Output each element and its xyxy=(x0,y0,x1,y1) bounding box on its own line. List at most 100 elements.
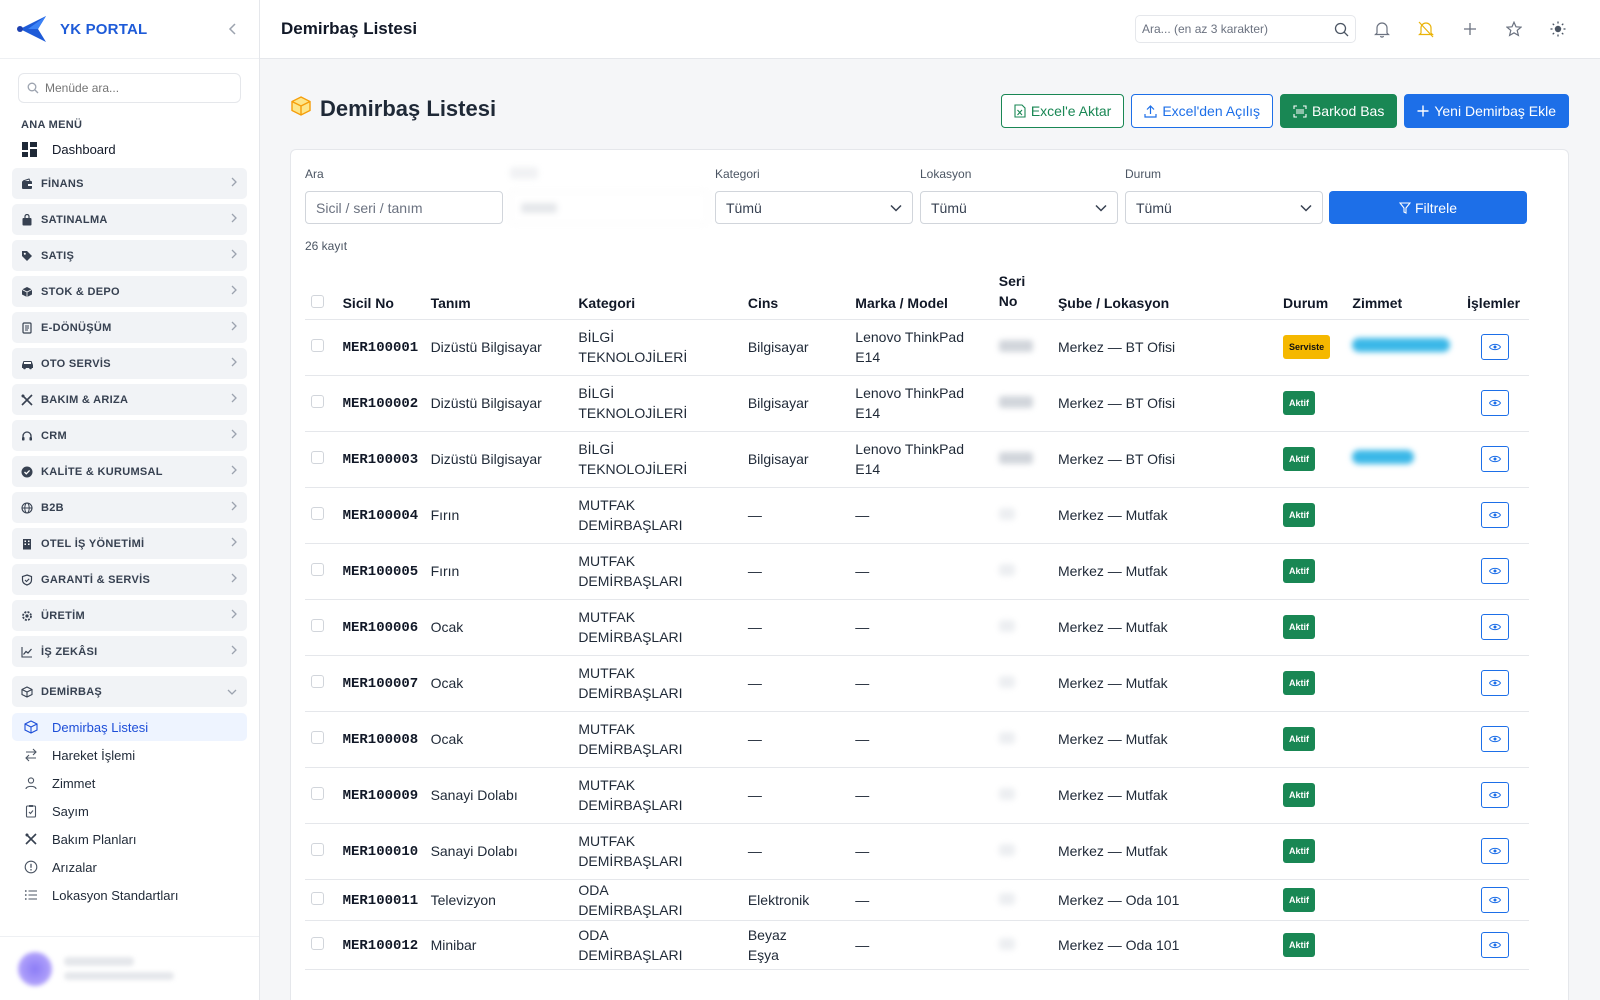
row-checkbox[interactable] xyxy=(311,619,324,632)
table-row[interactable]: MER100005 Fırın MUTFAK DEMİRBAŞLARI — — Merke… xyxy=(305,543,1529,600)
view-button[interactable] xyxy=(1481,931,1510,958)
view-button[interactable] xyxy=(1481,838,1510,864)
column-header[interactable]: Zimmet xyxy=(1346,265,1462,320)
sidebar-group[interactable]: SATINALMA xyxy=(12,204,247,235)
view-button[interactable] xyxy=(1481,558,1510,584)
sidebar-subitem[interactable]: Sayım xyxy=(12,797,247,825)
sun-icon[interactable] xyxy=(1546,17,1570,41)
view-button[interactable] xyxy=(1481,614,1510,640)
collapse-sidebar-button[interactable] xyxy=(223,19,243,39)
sidebar-group[interactable]: FİNANS xyxy=(12,168,247,199)
global-search-input[interactable] xyxy=(1142,22,1322,36)
sidebar-group[interactable]: ÜRETİM xyxy=(12,600,247,631)
table-row[interactable]: MER100007 Ocak MUTFAK DEMİRBAŞLARI — — Merkez… xyxy=(305,655,1529,712)
sidebar-group[interactable]: B2B xyxy=(12,492,247,523)
row-checkbox[interactable] xyxy=(311,787,324,800)
table-row[interactable]: MER100003 Dizüstü Bilgisayar BİLGİ TEKNOLO… xyxy=(305,431,1529,488)
cell-cins: — xyxy=(741,711,850,768)
menu-search-box[interactable] xyxy=(18,73,241,103)
cell-lokasyon: Merkez — Mutfak xyxy=(1051,823,1278,880)
excel-export-button[interactable]: Excel'e Aktar xyxy=(1000,94,1125,128)
row-checkbox[interactable] xyxy=(311,675,324,688)
status-filter-select[interactable]: Tümü xyxy=(1125,191,1323,224)
table-row[interactable]: MER100001 Dizüstü Bilgisayar BİLGİ TEKNOLO… xyxy=(305,319,1529,376)
view-button[interactable] xyxy=(1481,446,1510,472)
view-button[interactable] xyxy=(1481,886,1510,913)
search-icon[interactable] xyxy=(1334,22,1349,37)
sidebar-group[interactable]: BAKIM & ARIZA xyxy=(12,384,247,415)
view-button[interactable] xyxy=(1481,782,1510,808)
barcode-print-button[interactable]: Barkod Bas xyxy=(1279,94,1398,128)
sidebar-subitem[interactable]: Bakım Planları xyxy=(12,825,247,853)
excel-import-button[interactable]: Excel'den Açılış xyxy=(1131,94,1273,128)
sidebar-subitem[interactable]: Arızalar xyxy=(12,853,247,881)
add-asset-button[interactable]: Yeni Demirbaş Ekle xyxy=(1404,94,1569,128)
view-button[interactable] xyxy=(1481,390,1510,416)
column-header[interactable]: Durum xyxy=(1277,265,1347,320)
sidebar-group[interactable]: OTO SERVİS xyxy=(12,348,247,379)
row-checkbox[interactable] xyxy=(311,843,324,856)
column-header[interactable]: Tanım xyxy=(424,265,573,320)
sidebar-subitem[interactable]: Zimmet xyxy=(12,769,247,797)
row-checkbox[interactable] xyxy=(311,891,324,905)
table-row[interactable]: MER100012 Minibar ODA DEMİRBAŞLARI Beyaz Eş… xyxy=(305,920,1529,970)
sidebar-subitem[interactable]: Lokasyon Standartları xyxy=(12,881,247,909)
view-button[interactable] xyxy=(1481,502,1510,528)
column-header[interactable]: Seri No xyxy=(992,265,1052,320)
category-filter-select[interactable]: Tümü xyxy=(715,191,913,224)
sidebar-item-dashboard[interactable]: Dashboard xyxy=(12,135,249,163)
redacted-filter-select[interactable] xyxy=(510,191,708,224)
location-filter-select[interactable]: Tümü xyxy=(920,191,1118,224)
table-row[interactable]: MER100002 Dizüstü Bilgisayar BİLGİ TEKNOLO… xyxy=(305,375,1529,432)
sidebar-group[interactable]: GARANTİ & SERVİS xyxy=(12,564,247,595)
document-icon xyxy=(20,321,34,335)
add-asset-label: Yeni Demirbaş Ekle xyxy=(1434,103,1556,119)
column-header[interactable]: Marka / Model xyxy=(849,265,993,320)
row-checkbox[interactable] xyxy=(311,936,324,950)
global-search-box[interactable] xyxy=(1135,15,1356,43)
sidebar-group[interactable]: SATIŞ xyxy=(12,240,247,271)
star-icon[interactable] xyxy=(1502,17,1526,41)
column-header[interactable]: Cins xyxy=(741,265,850,320)
sidebar-group[interactable]: E-DÖNÜŞÜM xyxy=(12,312,247,343)
search-filter-input[interactable]: Sicil / seri / tanım xyxy=(305,191,503,224)
sidebar-group[interactable]: OTEL İŞ YÖNETİMİ xyxy=(12,528,247,559)
plus-icon[interactable] xyxy=(1458,17,1482,41)
column-header[interactable]: Kategori xyxy=(572,265,742,320)
view-button[interactable] xyxy=(1481,334,1510,360)
user-profile[interactable] xyxy=(0,936,259,1000)
column-header[interactable]: İşlemler xyxy=(1461,265,1529,320)
row-checkbox[interactable] xyxy=(311,731,324,744)
filter-button[interactable]: Filtrele xyxy=(1329,191,1527,224)
brand-name: YK PORTAL xyxy=(60,20,148,38)
sidebar-subitem[interactable]: Demirbaş Listesi xyxy=(12,713,247,741)
row-checkbox[interactable] xyxy=(311,395,324,408)
table-row[interactable]: MER100010 Sanayi Dolabı MUTFAK DEMİRBAŞLAR… xyxy=(305,823,1529,880)
sidebar-subitem[interactable]: Hareket İşlemi xyxy=(12,741,247,769)
table-row[interactable]: MER100004 Fırın MUTFAK DEMİRBAŞLARI — — Merke… xyxy=(305,487,1529,544)
sidebar-group[interactable]: KALİTE & KURUMSAL xyxy=(12,456,247,487)
cell-tanim: Dizüstü Bilgisayar xyxy=(424,319,573,376)
view-button[interactable] xyxy=(1481,670,1510,696)
bell-icon[interactable] xyxy=(1370,17,1394,41)
column-header[interactable]: Sicil No xyxy=(336,265,425,320)
table-row[interactable]: MER100009 Sanayi Dolabı MUTFAK DEMİRBAŞLAR… xyxy=(305,767,1529,824)
table-row[interactable]: MER100006 Ocak MUTFAK DEMİRBAŞLARI — — Merkez… xyxy=(305,599,1529,656)
table-row[interactable]: MER100008 Ocak MUTFAK DEMİRBAŞLARI — — Merkez… xyxy=(305,711,1529,768)
chevron-right-icon xyxy=(231,609,237,622)
row-checkbox[interactable] xyxy=(311,451,324,464)
column-header[interactable]: Şube / Lokasyon xyxy=(1051,265,1278,320)
notifications-off-icon[interactable] xyxy=(1414,17,1438,41)
row-checkbox[interactable] xyxy=(311,339,324,352)
sidebar-group[interactable]: STOK & DEPO xyxy=(12,276,247,307)
row-checkbox[interactable] xyxy=(311,507,324,520)
cell-lokasyon: Merkez — Oda 101 xyxy=(1051,879,1278,921)
sidebar-group[interactable]: CRM xyxy=(12,420,247,451)
view-button[interactable] xyxy=(1481,726,1510,752)
select-all-checkbox[interactable] xyxy=(311,294,324,308)
menu-search-input[interactable] xyxy=(45,81,225,95)
sidebar-group[interactable]: İŞ ZEKÂSI xyxy=(12,636,247,667)
table-row[interactable]: MER100011 Televizyon ODA DEMİRBAŞLARI Elekt… xyxy=(305,879,1529,921)
row-checkbox[interactable] xyxy=(311,563,324,576)
sidebar-group-demirbas[interactable]: DEMİRBAŞ xyxy=(12,676,247,707)
